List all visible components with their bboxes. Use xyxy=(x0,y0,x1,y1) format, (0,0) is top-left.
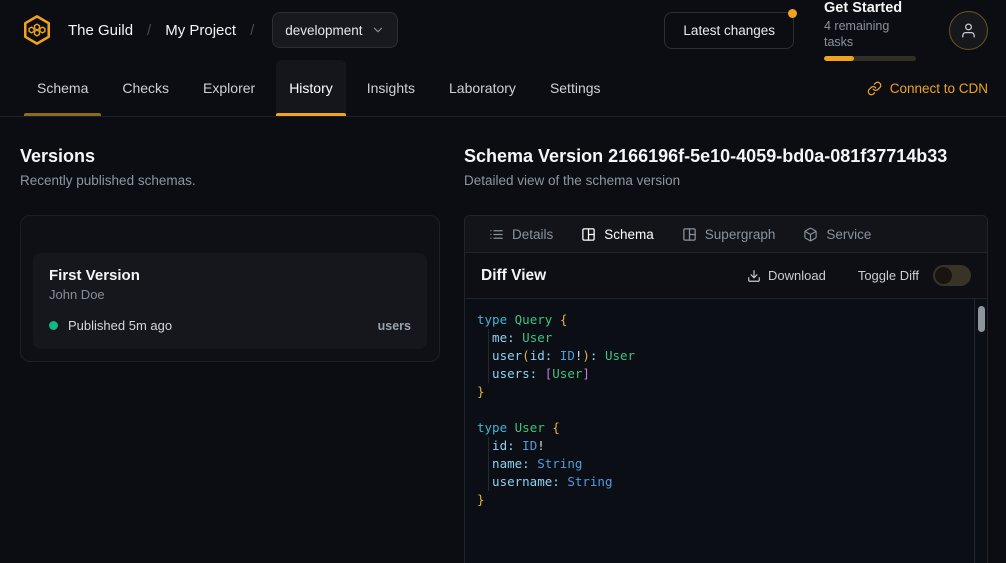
tab-label: Schema xyxy=(37,80,88,96)
connect-to-cdn-link[interactable]: Connect to CDN xyxy=(867,60,988,116)
list-icon xyxy=(489,227,504,242)
get-started-widget[interactable]: Get Started 4 remaining tasks xyxy=(824,0,919,61)
diff-view-header: Diff View Download Toggle Diff xyxy=(465,253,987,299)
download-icon xyxy=(747,269,761,283)
tab-label: Settings xyxy=(550,80,601,96)
hive-logo-icon[interactable] xyxy=(20,13,54,47)
header-actions: Latest changes Get Started 4 remaining t… xyxy=(664,0,988,61)
service-badge: users xyxy=(378,319,411,333)
latest-changes-button[interactable]: Latest changes xyxy=(664,12,794,49)
code-line: users: [User] xyxy=(477,365,963,383)
version-detail-subtitle: Detailed view of the schema version xyxy=(464,172,988,189)
detail-tab-label: Supergraph xyxy=(705,227,776,242)
version-detail-section: Schema Version 2166196f-5e10-4059-bd0a-0… xyxy=(464,145,988,563)
version-detail-title: Schema Version 2166196f-5e10-4059-bd0a-0… xyxy=(464,145,988,167)
target-selector[interactable]: development xyxy=(272,12,397,48)
columns-icon xyxy=(581,227,596,242)
diff-view-actions: Download Toggle Diff xyxy=(741,264,971,287)
tab-laboratory[interactable]: Laboratory xyxy=(436,60,529,116)
code-line: name: String xyxy=(477,455,963,473)
code-scrollbar[interactable] xyxy=(974,299,987,563)
get-started-progress-fill xyxy=(824,56,854,61)
scrollbar-thumb[interactable] xyxy=(978,306,985,332)
tab-insights[interactable]: Insights xyxy=(354,60,428,116)
toggle-diff-switch[interactable] xyxy=(933,265,971,286)
code-block: type Query { me: User user(id: ID!): Use… xyxy=(465,299,987,521)
detail-tab-supergraph[interactable]: Supergraph xyxy=(670,216,788,252)
code-line: type User { xyxy=(477,419,963,437)
code-line: user(id: ID!): User xyxy=(477,347,963,365)
version-status-row: Published 5m ago users xyxy=(49,318,411,333)
tab-checks[interactable]: Checks xyxy=(109,60,182,116)
version-detail-panel: Details Schema Supergraph Service Diff View… xyxy=(464,215,988,563)
breadcrumb-separator: / xyxy=(147,22,151,39)
target-selector-value: development xyxy=(285,23,362,38)
tab-label: Explorer xyxy=(203,80,255,96)
version-author: John Doe xyxy=(49,287,411,303)
chevron-down-icon xyxy=(371,23,385,37)
published-status-dot xyxy=(49,321,58,330)
tab-schema[interactable]: Schema xyxy=(24,60,101,116)
detail-tab-service[interactable]: Service xyxy=(791,216,883,252)
columns-icon xyxy=(682,227,697,242)
breadcrumb-project[interactable]: My Project xyxy=(165,22,236,39)
breadcrumb-org[interactable]: The Guild xyxy=(68,22,133,39)
user-avatar[interactable] xyxy=(949,11,988,50)
primary-nav: Schema Checks Explorer History Insights Labor… xyxy=(0,60,1006,117)
download-button[interactable]: Download xyxy=(741,264,832,287)
cube-icon xyxy=(803,227,818,242)
top-header: The Guild / My Project / development Lat… xyxy=(0,0,1006,60)
detail-tab-schema[interactable]: Schema xyxy=(569,216,666,252)
detail-tab-details[interactable]: Details xyxy=(477,216,565,252)
versions-title: Versions xyxy=(20,145,440,167)
user-icon xyxy=(960,22,977,39)
versions-panel: Versions Recently published schemas. Fir… xyxy=(20,145,440,563)
schema-code-viewer: type Query { me: User user(id: ID!): Use… xyxy=(465,299,987,563)
versions-list-card: First Version John Doe Published 5m ago … xyxy=(20,215,440,362)
toggle-knob xyxy=(935,267,952,284)
code-line: username: String xyxy=(477,473,963,491)
breadcrumb: The Guild / My Project / development xyxy=(20,12,398,48)
link-icon xyxy=(867,81,882,96)
code-line: type Query { xyxy=(477,311,963,329)
tab-label: Checks xyxy=(122,80,169,96)
detail-tabs: Details Schema Supergraph Service xyxy=(465,216,987,253)
code-line: me: User xyxy=(477,329,963,347)
download-label: Download xyxy=(768,268,826,283)
tab-label: Insights xyxy=(367,80,415,96)
tab-label: History xyxy=(289,80,333,96)
version-name: First Version xyxy=(49,266,411,285)
breadcrumb-separator: / xyxy=(250,22,254,39)
latest-changes-label: Latest changes xyxy=(683,23,775,38)
tab-settings[interactable]: Settings xyxy=(537,60,614,116)
code-line: } xyxy=(477,383,963,401)
diff-view-title: Diff View xyxy=(481,267,546,285)
get-started-title: Get Started xyxy=(824,0,919,17)
notification-dot xyxy=(788,9,797,18)
tab-label: Laboratory xyxy=(449,80,516,96)
code-line: } xyxy=(477,491,963,509)
connect-to-cdn-label: Connect to CDN xyxy=(890,81,988,96)
detail-tab-label: Service xyxy=(826,227,871,242)
toggle-diff-label: Toggle Diff xyxy=(858,268,919,283)
code-line xyxy=(477,401,963,419)
detail-tab-label: Details xyxy=(512,227,553,242)
get-started-subtitle: 4 remaining tasks xyxy=(824,18,919,50)
app-window: The Guild / My Project / development Lat… xyxy=(0,0,1006,563)
tab-history[interactable]: History xyxy=(276,60,346,116)
versions-subtitle: Recently published schemas. xyxy=(20,172,440,189)
primary-nav-tabs: Schema Checks Explorer History Insights Labor… xyxy=(24,60,614,116)
version-list-item[interactable]: First Version John Doe Published 5m ago … xyxy=(33,253,427,349)
version-status: Published 5m ago xyxy=(68,318,172,333)
code-line: id: ID! xyxy=(477,437,963,455)
tab-explorer[interactable]: Explorer xyxy=(190,60,268,116)
main-content: Versions Recently published schemas. Fir… xyxy=(0,117,1006,563)
detail-tab-label: Schema xyxy=(604,227,654,242)
